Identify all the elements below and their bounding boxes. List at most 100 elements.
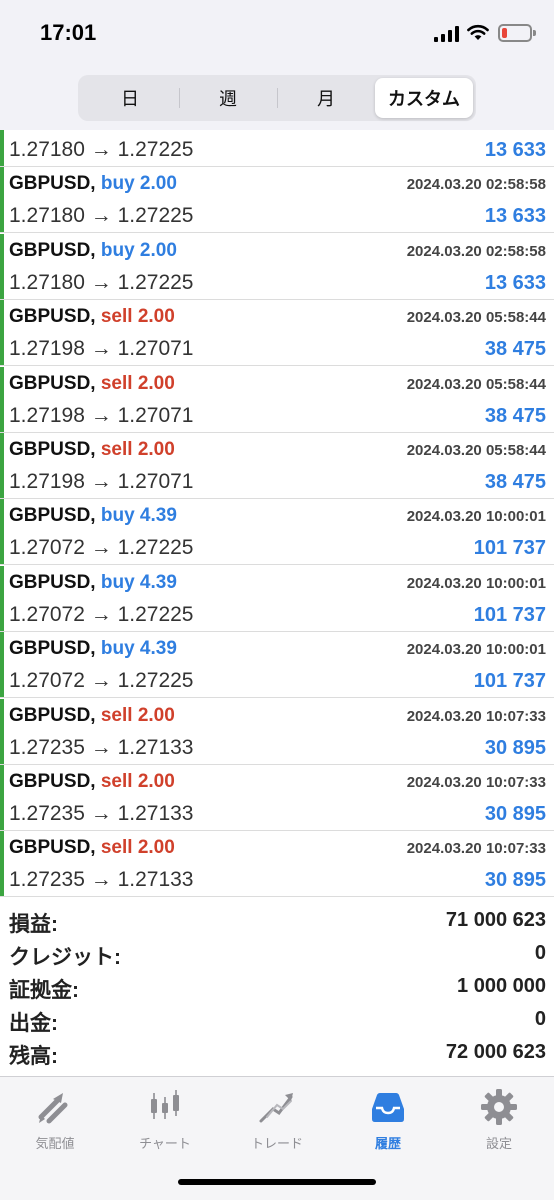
deal-type: sell 2.00 [100, 704, 175, 726]
deal-side-bar [0, 433, 4, 498]
deal-symbol: GBPUSD, [9, 173, 96, 195]
deal-symbol: GBPUSD, [9, 704, 96, 726]
deal-title: GBPUSD, buy 4.39 [9, 638, 177, 660]
deal-title: GBPUSD, sell 2.00 [9, 439, 175, 461]
deal-title: GBPUSD, sell 2.00 [9, 373, 175, 395]
candlestick-chart-icon [151, 1090, 179, 1119]
deal-side-bar [0, 233, 4, 299]
deal-profit: 101 737 [473, 603, 546, 626]
deal-prices: 1.27235 → 1.27133 [9, 868, 194, 892]
deal-row[interactable]: GBPUSD, sell 2.00 2024.03.20 10:07:33 1.27… [0, 698, 554, 765]
deal-type: buy 2.00 [100, 173, 177, 195]
battery-icon [498, 24, 536, 42]
trade-trend-icon [259, 1093, 293, 1123]
deal-prices: 1.27180 → 1.27225 [9, 138, 194, 161]
deal-prices: 1.27072 → 1.27225 [9, 536, 194, 560]
deal-symbol: GBPUSD, [9, 439, 96, 460]
deal-prices: 1.27180 → 1.27225 [9, 270, 194, 294]
deal-profit: 38 475 [484, 404, 546, 427]
deal-time: 2024.03.20 10:07:33 [406, 707, 546, 725]
deal-row[interactable]: GBPUSD, buy 2.002024.03.20 02:58:581.271… [0, 130, 554, 167]
deal-time: 2024.03.20 10:07:33 [406, 774, 546, 791]
tab-trade-label: トレード [250, 1136, 303, 1151]
summary-withdrawal-row: 出金: 0 [0, 1005, 554, 1038]
deal-profit: 13 633 [484, 205, 546, 228]
deal-time: 2024.03.20 10:07:33 [406, 840, 546, 858]
deal-time: 2024.03.20 05:58:44 [406, 309, 546, 327]
deal-row[interactable]: GBPUSD, sell 2.00 2024.03.20 10:07:33 1.27… [0, 831, 554, 898]
deal-row[interactable]: GBPUSD, buy 2.002024.03.20 02:58:581.271… [0, 233, 554, 300]
deal-symbol: GBPUSD, [9, 239, 96, 261]
deal-time: 2024.03.20 02:58:58 [406, 176, 546, 194]
deal-side-bar [0, 565, 4, 631]
summary-profit-row: 損益: 71 000 623 [0, 906, 554, 939]
deal-prices: 1.27235 → 1.27133 [9, 735, 194, 759]
deal-type: sell 2.00 [100, 771, 175, 792]
tab-quotes[interactable]: 気配値 [5, 1087, 105, 1159]
deal-row[interactable]: GBPUSD, buy 4.39 2024.03.20 10:00:01 1.270… [0, 565, 554, 632]
deal-row[interactable]: GBPUSD, sell 2.00 2024.03.20 05:58:44 1.27… [0, 300, 554, 367]
summary-credit-row: クレジット: 0 [0, 939, 554, 972]
segmented-control: 日 週 月 カスタム [78, 75, 476, 121]
deals-list[interactable]: GBPUSD, buy 2.00 2024.03.20 02:58:58 1.271… [0, 130, 554, 900]
deposit-value: 1 000 000 [457, 975, 546, 997]
deal-prices: 1.27180 → 1.27225 [9, 204, 194, 228]
deal-prices: 1.27198 → 1.27071 [9, 470, 194, 493]
balance-label: 残高: [9, 1045, 58, 1068]
withdrawal-label: 出金: [9, 1012, 58, 1035]
deal-time: 2024.03.20 05:58:44 [406, 375, 546, 393]
tab-bar: 気配値 チャート トレード 履歴 設定 [0, 1076, 554, 1200]
credit-value: 0 [534, 942, 546, 964]
deal-type: buy 4.39 [100, 571, 177, 593]
credit-label: クレジット: [9, 946, 121, 969]
deal-row[interactable]: GBPUSD, sell 2.00 2024.03.20 05:58:44 1.27… [0, 366, 554, 433]
deal-side-bar [0, 130, 4, 166]
tab-settings-label: 設定 [485, 1136, 512, 1151]
deal-time: 2024.03.20 10:00:01 [406, 574, 546, 592]
deal-symbol: GBPUSD, [9, 638, 96, 660]
deal-row[interactable]: GBPUSD, buy 2.00 2024.03.20 02:58:58 1.271… [0, 167, 554, 234]
deal-profit: 13 633 [484, 139, 546, 161]
deal-type: buy 2.00 [100, 239, 177, 261]
summary-deposit-row: 証拠金: 1 000 000 [0, 972, 554, 1005]
deal-title: GBPUSD, buy 4.39 [9, 572, 177, 594]
deal-profit: 30 895 [484, 869, 546, 892]
deal-symbol: GBPUSD, [9, 837, 96, 859]
deal-symbol: GBPUSD, [9, 372, 96, 394]
deal-side-bar [0, 167, 4, 233]
deal-type: sell 2.00 [100, 372, 175, 394]
tab-history[interactable]: 履歴 [338, 1087, 438, 1159]
deal-row[interactable]: GBPUSD, sell 2.00 2024.03.20 05:58:44 1.27… [0, 433, 554, 499]
deal-profit: 13 633 [484, 271, 546, 294]
segment-week[interactable]: 週 [179, 78, 277, 118]
tab-quotes-label: 気配値 [35, 1136, 75, 1151]
deal-profit: 30 895 [484, 736, 546, 759]
segment-custom[interactable]: カスタム [375, 78, 473, 118]
deal-type: sell 2.00 [100, 837, 175, 859]
segment-month[interactable]: 月 [277, 78, 375, 118]
tab-settings[interactable]: 設定 [449, 1087, 549, 1159]
deal-type: sell 2.00 [100, 439, 175, 460]
deal-side-bar [0, 366, 4, 432]
deal-symbol: GBPUSD, [9, 306, 96, 328]
deposit-label: 証拠金: [9, 979, 79, 1002]
deal-profit: 101 737 [473, 670, 546, 693]
deal-side-bar [0, 698, 4, 764]
deal-row[interactable]: GBPUSD, buy 4.39 2024.03.20 10:00:01 1.270… [0, 632, 554, 699]
deal-time: 2024.03.20 10:00:01 [406, 508, 546, 526]
profit-value: 71 000 623 [445, 909, 546, 931]
deal-row[interactable]: GBPUSD, buy 4.39 2024.03.20 10:00:01 1.270… [0, 499, 554, 566]
deal-time: 2024.03.20 05:58:44 [406, 442, 546, 459]
deal-prices: 1.27072 → 1.27225 [9, 669, 194, 693]
deal-title: GBPUSD, sell 2.00 [9, 771, 175, 793]
wifi-icon [467, 24, 489, 40]
tab-trade[interactable]: トレード [227, 1087, 327, 1159]
withdrawal-value: 0 [534, 1008, 546, 1030]
deal-symbol: GBPUSD, [9, 571, 96, 593]
deal-profit: 101 737 [473, 537, 546, 560]
segment-day[interactable]: 日 [81, 78, 179, 118]
deal-prices: 1.27198 → 1.27071 [9, 337, 194, 361]
tab-chart[interactable]: チャート [115, 1087, 215, 1159]
deal-prices: 1.27235 → 1.27133 [9, 802, 194, 825]
deal-row[interactable]: GBPUSD, sell 2.00 2024.03.20 10:07:33 1.27… [0, 765, 554, 831]
